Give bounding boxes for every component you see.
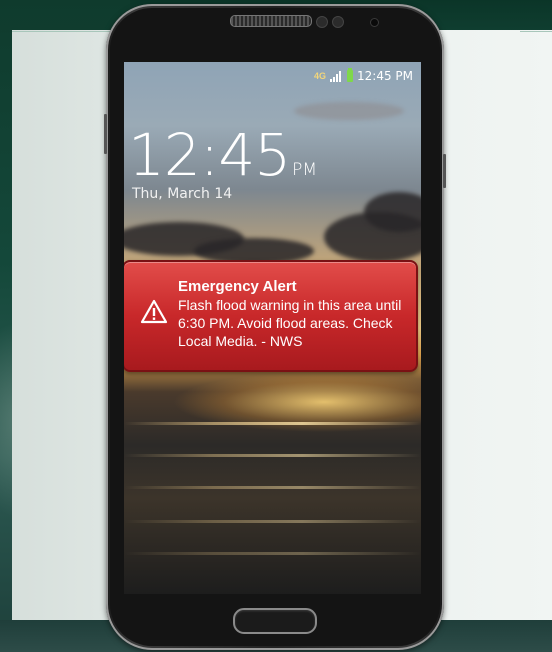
proximity-sensor [316, 16, 328, 28]
lock-screen[interactable]: 4G 12:45 PM 12:45 PM Thu, March 14 Emerge… [124, 62, 421, 594]
power-button [443, 154, 446, 188]
water-reflection [124, 520, 421, 523]
alert-title: Emergency Alert [178, 278, 297, 295]
volume-button [104, 114, 107, 154]
network-type-icon: 4G [313, 70, 326, 81]
front-camera [370, 18, 379, 27]
water-reflection [124, 552, 421, 555]
status-bar: 4G 12:45 PM [314, 68, 413, 84]
light-sensor [332, 16, 344, 28]
background-rule [12, 31, 112, 32]
alert-message: Flash flood warning in this area until 6… [178, 297, 402, 349]
emergency-alert-notification[interactable]: Emergency Alert Flash flood warning in t… [124, 260, 418, 372]
phone-device: 4G 12:45 PM 12:45 PM Thu, March 14 Emerge… [104, 4, 446, 650]
battery-icon [347, 68, 353, 82]
clock-time: 12:45 [128, 121, 291, 189]
status-time: 12:45 PM [357, 69, 413, 83]
background-rule [520, 31, 552, 32]
earpiece-speaker [230, 15, 312, 27]
water-reflection [124, 422, 421, 425]
lock-date: Thu, March 14 [132, 186, 233, 202]
cloud [294, 102, 404, 120]
signal-strength-icon [330, 70, 341, 82]
warning-triangle-icon [140, 299, 168, 324]
water-reflection [124, 454, 421, 457]
water-reflection [124, 486, 421, 489]
clock-ampm: PM [292, 160, 318, 180]
home-button[interactable] [233, 608, 317, 634]
